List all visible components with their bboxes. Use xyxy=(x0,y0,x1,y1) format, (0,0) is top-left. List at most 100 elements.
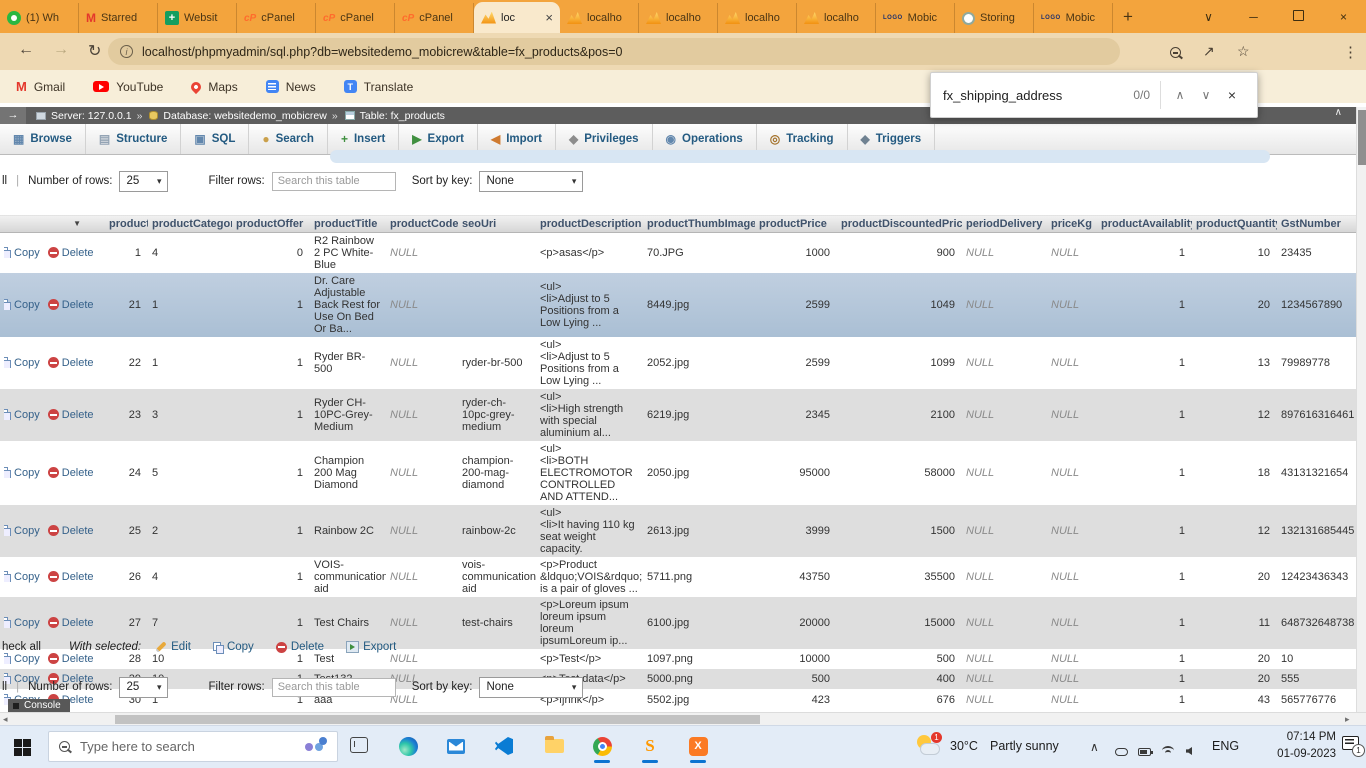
browser-tab[interactable]: localho xyxy=(718,3,797,33)
browser-tab[interactable]: localho xyxy=(639,3,718,33)
start-button[interactable] xyxy=(14,739,31,756)
pma-tab-sql[interactable]: ▣SQL xyxy=(181,124,249,154)
temperature-label[interactable]: 30°C xyxy=(950,739,978,753)
row-delete-link[interactable]: Delete xyxy=(62,571,94,583)
row-copy-link[interactable]: Copy xyxy=(11,525,40,537)
window-close-button[interactable]: × xyxy=(1321,10,1366,24)
new-tab-button[interactable]: + xyxy=(1123,7,1133,27)
filter-rows-input[interactable] xyxy=(272,172,396,191)
taskbar-mail-icon[interactable] xyxy=(443,733,469,759)
taskbar-xampp-icon[interactable]: X xyxy=(685,733,711,759)
row-copy-link[interactable]: Copy xyxy=(11,299,40,311)
table-row[interactable]: CopyDelete2211Ryder BR-500NULLryder-br-5… xyxy=(0,337,1356,389)
delete-selected-button[interactable]: Delete xyxy=(276,641,324,653)
scroll-top-icon[interactable]: ∧ xyxy=(1335,107,1342,118)
tab-close-icon[interactable]: × xyxy=(545,10,553,25)
column-header-productDescription[interactable]: productDescription xyxy=(536,215,643,233)
browser-tab[interactable]: cPcPanel xyxy=(316,3,395,33)
column-header-productCategory[interactable]: productCategory xyxy=(148,215,232,233)
row-copy-link[interactable]: Copy xyxy=(11,247,40,259)
task-view-button[interactable] xyxy=(350,737,368,753)
breadcrumb-table[interactable]: Table: fx_products xyxy=(360,110,445,122)
reload-button[interactable]: ↻ xyxy=(88,41,101,61)
taskbar-vscode-icon[interactable] xyxy=(491,733,517,759)
breadcrumb-database[interactable]: Database: websitedemo_mobicrew xyxy=(163,110,326,122)
menu-kebab-icon[interactable]: ⋮ xyxy=(1343,43,1358,61)
address-bar[interactable]: i localhost/phpmyadmin/sql.php?db=websit… xyxy=(108,38,1120,65)
sort-by-key-select[interactable]: None ▾ xyxy=(479,677,583,698)
taskbar-file-explorer-icon[interactable] xyxy=(541,733,567,759)
sort-by-key-select[interactable]: None ▾ xyxy=(479,171,583,192)
scroll-right-arrow[interactable]: ▸ xyxy=(1345,714,1350,725)
column-header-productQuantity[interactable]: productQuantity xyxy=(1192,215,1277,233)
back-button[interactable]: ← xyxy=(18,41,34,59)
zoom-icon[interactable] xyxy=(1170,45,1181,63)
weather-condition-label[interactable]: Partly sunny xyxy=(990,739,1059,753)
browser-tab[interactable]: Storing xyxy=(955,3,1034,33)
taskbar-clock[interactable]: 07:14 PM 01-09-2023 xyxy=(1250,729,1336,763)
onedrive-icon[interactable] xyxy=(1115,743,1128,761)
bookmark-item[interactable]: YouTube xyxy=(93,80,163,94)
column-header-productPrice[interactable]: productPrice xyxy=(755,215,837,233)
bookmark-item[interactable]: Maps xyxy=(191,80,237,94)
column-options-header[interactable]: ▼ xyxy=(0,215,105,233)
language-indicator[interactable]: ENG xyxy=(1212,739,1239,753)
pma-tab-browse[interactable]: ▦Browse xyxy=(0,124,86,154)
taskbar-sublime-icon[interactable]: S xyxy=(637,733,663,759)
row-delete-link[interactable]: Delete xyxy=(62,299,94,311)
horizontal-scroll-thumb[interactable] xyxy=(115,715,760,724)
tab-search-icon[interactable]: ∨ xyxy=(1186,10,1231,24)
taskbar-chrome-icon[interactable] xyxy=(589,733,615,759)
site-info-icon[interactable]: i xyxy=(120,45,133,58)
row-copy-link[interactable]: Copy xyxy=(11,357,40,369)
pma-tab-structure[interactable]: ▤Structure xyxy=(86,124,181,154)
row-copy-link[interactable]: Copy xyxy=(11,467,40,479)
column-header-priceKg[interactable]: priceKg xyxy=(1047,215,1097,233)
tray-chevron-up-icon[interactable]: ∧ xyxy=(1090,740,1099,754)
window-minimize-button[interactable]: ─ xyxy=(1231,10,1276,24)
column-header-periodDelivery[interactable]: periodDelivery xyxy=(962,215,1047,233)
filter-rows-input[interactable] xyxy=(272,678,396,697)
column-header-productOffer[interactable]: productOffer xyxy=(232,215,310,233)
scroll-left-arrow[interactable]: ◂ xyxy=(3,714,8,725)
row-copy-link[interactable]: Copy xyxy=(11,571,40,583)
column-header-productAvailablity[interactable]: productAvailablity xyxy=(1097,215,1192,233)
bookmark-item[interactable]: MGmail xyxy=(16,79,65,94)
weather-icon[interactable]: 1 xyxy=(916,733,942,759)
browser-tab[interactable]: +Websit xyxy=(158,3,237,33)
rows-count-select[interactable]: 25 ▾ xyxy=(119,677,168,698)
edit-selected-button[interactable]: Edit xyxy=(155,641,191,653)
browser-tab[interactable]: localho xyxy=(797,3,876,33)
column-header-productCode[interactable]: productCode xyxy=(386,215,458,233)
copy-selected-button[interactable]: Copy xyxy=(213,641,254,653)
forward-button[interactable]: → xyxy=(53,41,69,59)
browser-tab[interactable]: loc× xyxy=(474,2,560,33)
row-delete-link[interactable]: Delete xyxy=(62,525,94,537)
row-delete-link[interactable]: Delete xyxy=(62,467,94,479)
vertical-scroll-thumb[interactable] xyxy=(1358,110,1366,165)
taskbar-edge-icon[interactable] xyxy=(395,733,421,759)
row-delete-link[interactable]: Delete xyxy=(62,357,94,369)
browser-tab[interactable]: LOGOMobic xyxy=(876,3,955,33)
browser-tab[interactable]: LOGOMobic xyxy=(1034,3,1113,33)
row-delete-link[interactable]: Delete xyxy=(62,409,94,421)
browser-tab[interactable]: MStarred xyxy=(79,3,158,33)
vertical-scrollbar[interactable] xyxy=(1356,107,1366,712)
window-restore-button[interactable] xyxy=(1276,10,1321,24)
bookmark-star-icon[interactable]: ☆ xyxy=(1237,43,1250,60)
find-previous-button[interactable]: ∧ xyxy=(1167,88,1193,102)
column-header-productDiscountedPrice[interactable]: productDiscountedPrice xyxy=(837,215,962,233)
browser-tab[interactable]: cPcPanel xyxy=(395,3,474,33)
nav-panel-toggle[interactable]: → xyxy=(0,107,26,124)
wifi-icon[interactable] xyxy=(1162,742,1174,760)
column-header-productID[interactable]: productID xyxy=(105,215,148,233)
column-header-productThumbImage[interactable]: productThumbImage xyxy=(643,215,755,233)
find-next-button[interactable]: ∨ xyxy=(1193,88,1219,102)
bookmark-item[interactable]: News xyxy=(266,80,316,94)
pma-tab-search[interactable]: ●Search xyxy=(249,124,328,154)
battery-icon[interactable] xyxy=(1138,743,1151,761)
table-row[interactable]: CopyDelete2641VOIS-communication aidNULL… xyxy=(0,557,1356,597)
column-header-GstNumber[interactable]: GstNumber xyxy=(1277,215,1356,233)
column-header-seoUri[interactable]: seoUri xyxy=(458,215,536,233)
share-icon[interactable]: ↗ xyxy=(1203,43,1215,60)
